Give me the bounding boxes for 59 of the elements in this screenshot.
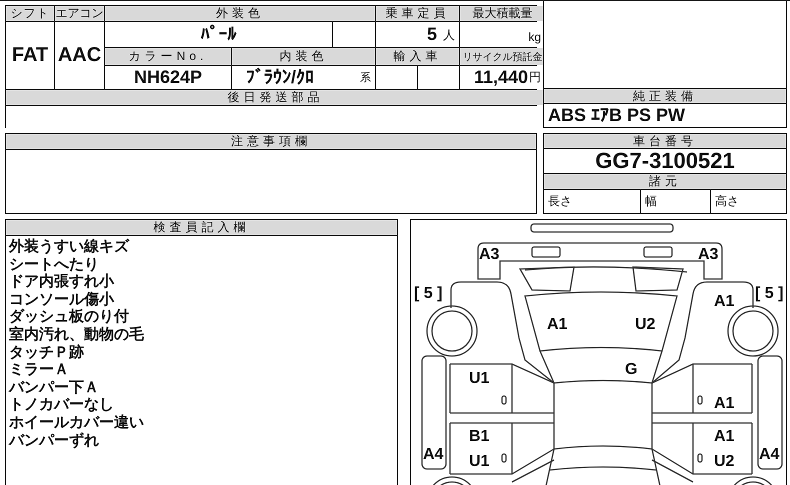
field-label: リサイクル預託金 xyxy=(460,48,545,65)
damage-code: U1 xyxy=(469,370,490,387)
damage-code: A3 xyxy=(479,246,500,263)
inspection-note: バンパー下Ａ xyxy=(9,378,100,396)
field-value: AAC xyxy=(55,22,104,89)
damage-code: A4 xyxy=(759,446,780,463)
damage-code: A1 xyxy=(714,395,734,412)
field-label: 車台番号 xyxy=(544,134,786,148)
inspection-note: タッチＰ跡 xyxy=(9,344,85,362)
field-label: エアコン xyxy=(55,6,104,21)
field-label: 乗車定員 xyxy=(376,6,459,21)
damage-code: A1 xyxy=(714,293,734,310)
field-label: 後日発送部品 xyxy=(6,90,545,105)
field-value: 5 xyxy=(426,24,437,45)
inspection-note: バンパーずれ xyxy=(9,432,100,450)
field-value: NH624P xyxy=(105,66,231,89)
inspection-note: トノカバーなし xyxy=(9,396,114,414)
damage-code: B1 xyxy=(469,428,490,445)
damage-code: [ 5 ] xyxy=(414,285,442,302)
field-label: 注意事項欄 xyxy=(6,134,536,149)
field-label: 輸入車 xyxy=(376,48,459,65)
damage-code: U2 xyxy=(714,453,734,470)
damage-code: [ 5 ] xyxy=(755,285,784,302)
damage-code: A3 xyxy=(698,246,718,263)
field-label: 諸元 xyxy=(544,174,786,189)
field-label: カラーNo. xyxy=(105,48,231,65)
inspection-note: 室内汚れ、動物の毛 xyxy=(9,326,145,344)
field-value: ABS ｴｱB PS PW xyxy=(544,104,786,127)
inspection-note: シートへたり xyxy=(9,256,100,273)
inspection-note: ホイールカバー違い xyxy=(9,414,145,432)
field-label: 検査員記入欄 xyxy=(6,220,397,235)
unit-label: 人 xyxy=(443,27,455,44)
field-label: 内装色 xyxy=(232,48,375,65)
damage-code: A1 xyxy=(714,428,734,445)
damage-code: U2 xyxy=(635,316,656,333)
field-value: ﾊﾟｰﾙ xyxy=(105,22,332,47)
inspection-note: コンソール傷小 xyxy=(9,290,116,308)
field-value: ﾌﾞﾗｳﾝ/ｸﾛ xyxy=(246,67,314,88)
field-value: GG7-3100521 xyxy=(544,149,786,173)
damage-code: A4 xyxy=(423,446,444,463)
inspection-note: ミラーＡ xyxy=(9,361,69,379)
inspection-note: ダッシュ板のり付 xyxy=(9,308,130,326)
field-label: 高さ xyxy=(711,190,786,213)
unit-label: 円 xyxy=(529,69,541,86)
field-value: FAT xyxy=(6,22,54,89)
damage-code: G xyxy=(625,361,638,378)
suffix-label: 系 xyxy=(360,70,371,85)
field-label: シフト xyxy=(6,6,54,21)
damage-code: A1 xyxy=(547,316,568,333)
inspection-note: ドア内張すれ小 xyxy=(9,273,116,291)
inspection-note: 外装うすい線キズ xyxy=(9,238,130,256)
field-label: 純正装備 xyxy=(544,89,786,103)
field-label: 幅 xyxy=(641,190,710,213)
field-label: 長さ xyxy=(544,190,640,213)
damage-code: U1 xyxy=(469,453,490,470)
field-label: 外装色 xyxy=(105,6,375,21)
field-value: 11,440 xyxy=(474,67,528,88)
unit-label: kg xyxy=(528,30,541,46)
field-label: 最大積載量 xyxy=(460,6,545,21)
